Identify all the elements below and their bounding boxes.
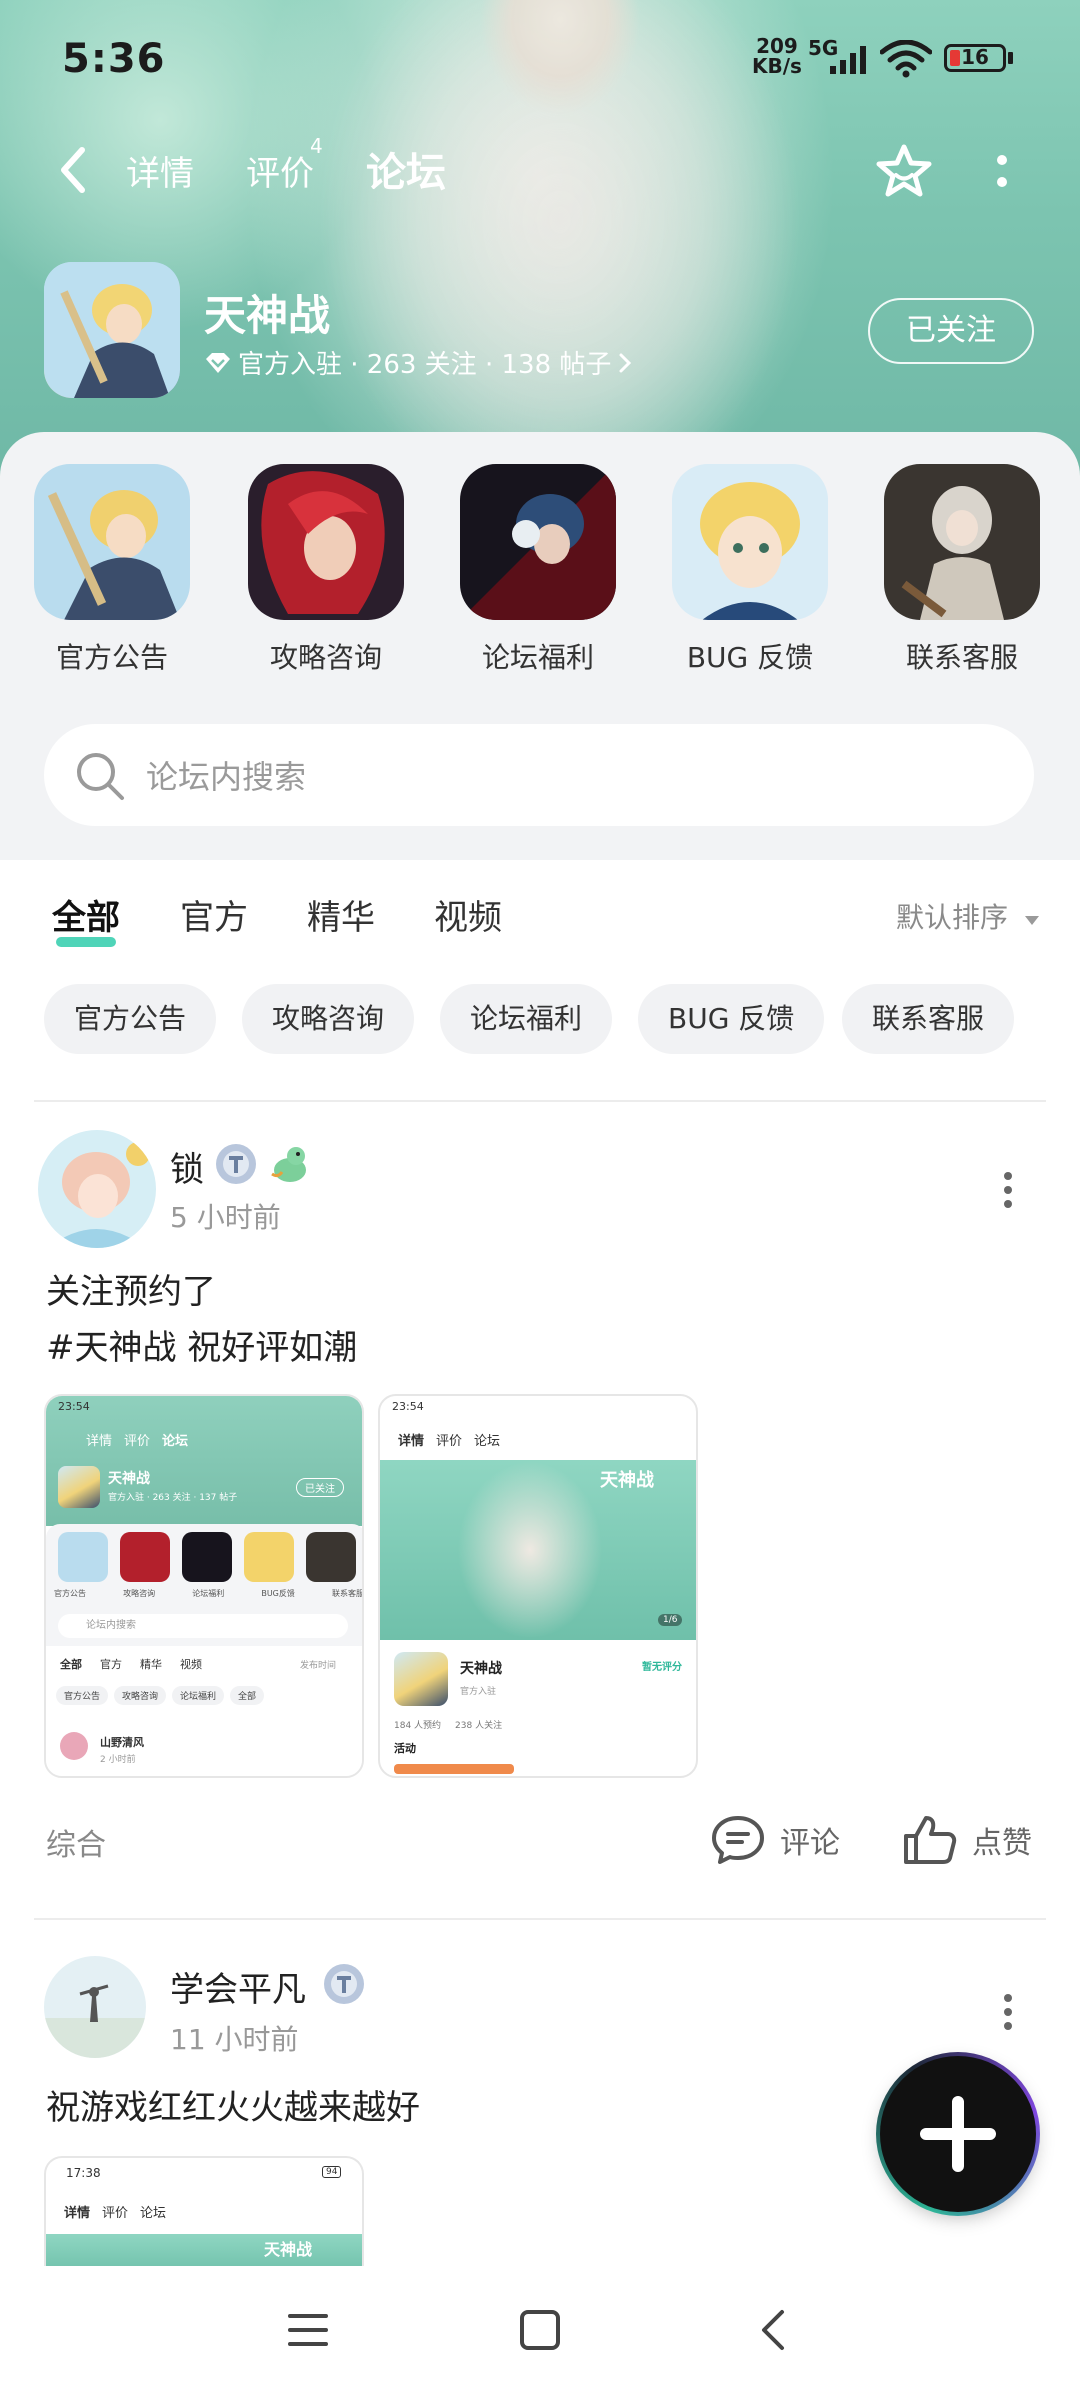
shortcut-bug-feedback[interactable]: BUG 反馈 bbox=[670, 464, 830, 676]
avatar[interactable] bbox=[38, 1130, 156, 1248]
game-info: 天神战 官方入驻 · 263 关注 · 138 帖子 已关注 bbox=[0, 262, 1080, 402]
chip-forum-benefits[interactable]: 论坛福利 bbox=[440, 984, 613, 1054]
back-arrow-icon[interactable] bbox=[52, 144, 96, 196]
sort-dropdown[interactable]: 默认排序 bbox=[896, 896, 1041, 936]
category-chips: 官方公告 攻略咨询 论坛福利 BUG 反馈 联系客服 bbox=[0, 984, 1080, 1054]
menu-icon[interactable] bbox=[286, 2308, 330, 2352]
post-images: 23:54 详情 评价 论坛 天神战 官方入驻 · 263 关注 · 137 帖… bbox=[44, 1394, 744, 1778]
top-navigation: 详情 评价 4 论坛 bbox=[0, 130, 1080, 210]
comment-button[interactable]: 评论 bbox=[710, 1810, 840, 1870]
back-triangle-icon[interactable] bbox=[752, 2308, 796, 2352]
caret-down-icon bbox=[1024, 916, 1039, 925]
filter-tab-video[interactable]: 视频 bbox=[434, 890, 502, 939]
plus-icon bbox=[920, 2096, 996, 2172]
reviews-count-badge: 4 bbox=[310, 134, 323, 158]
forum-benefits-icon bbox=[460, 464, 616, 620]
avatar[interactable] bbox=[44, 1956, 146, 2058]
post-author[interactable]: 学会平凡 bbox=[170, 1962, 306, 2011]
system-navigation-bar bbox=[0, 2266, 1080, 2400]
home-square-icon[interactable] bbox=[518, 2308, 562, 2352]
battery-icon: 16 bbox=[944, 44, 1006, 72]
search-icon bbox=[77, 753, 124, 800]
post-more-icon[interactable] bbox=[1002, 1992, 1014, 2032]
post-more-icon[interactable] bbox=[1002, 1170, 1014, 1210]
post-image[interactable]: 23:54 详情 评价 论坛 天神战 1/6 天神战 官方入驻 暂无评分 184… bbox=[378, 1394, 698, 1778]
thumbs-up-icon bbox=[904, 1816, 957, 1864]
chip-strategy[interactable]: 攻略咨询 bbox=[242, 984, 415, 1054]
chevron-right-icon bbox=[619, 353, 632, 372]
post-time: 5 小时前 bbox=[170, 1201, 281, 1234]
official-diamond-icon bbox=[206, 352, 230, 373]
game-icon[interactable] bbox=[44, 262, 180, 398]
follow-button[interactable]: 已关注 bbox=[868, 298, 1034, 364]
tab-details[interactable]: 详情 bbox=[126, 146, 194, 195]
official-announcement-icon bbox=[34, 464, 190, 620]
post-image[interactable]: 17:38 94 详情 评价 论坛 天神战 bbox=[44, 2156, 364, 2266]
wifi-icon bbox=[880, 40, 932, 78]
pet-badge-icon bbox=[271, 1147, 306, 1182]
post-author[interactable]: 锁 bbox=[170, 1142, 204, 1191]
divider bbox=[34, 1918, 1046, 1920]
shortcut-forum-benefits[interactable]: 论坛福利 bbox=[458, 464, 618, 676]
chip-customer-service[interactable]: 联系客服 bbox=[842, 984, 1015, 1054]
forum-shortcut-panel: 官方公告 攻略咨询 论坛福利 BUG 反馈 联系客服 论坛内搜索 bbox=[0, 432, 1080, 860]
level-badge-icon bbox=[324, 1964, 364, 2004]
game-title: 天神战 bbox=[204, 291, 331, 340]
post-footer: 综合 评论 点赞 bbox=[0, 1810, 1080, 1870]
create-post-button[interactable] bbox=[876, 2052, 1040, 2216]
shortcut-customer-service[interactable]: 联系客服 bbox=[882, 464, 1042, 676]
chip-official-announcement[interactable]: 官方公告 bbox=[44, 984, 217, 1054]
post-image[interactable]: 23:54 详情 评价 论坛 天神战 官方入驻 · 263 关注 · 137 帖… bbox=[44, 1394, 364, 1778]
chip-bug-feedback[interactable]: BUG 反馈 bbox=[638, 984, 825, 1054]
filter-tab-official[interactable]: 官方 bbox=[180, 890, 248, 939]
bug-feedback-icon bbox=[672, 464, 828, 620]
more-options-icon[interactable] bbox=[990, 146, 1014, 198]
post-time: 11 小时前 bbox=[170, 2023, 299, 2056]
filter-tab-all[interactable]: 全部 bbox=[52, 890, 120, 947]
game-banner: 5:36 209 KB/s 5G 16 详情 评价 4 论坛 天神战 官方入驻 … bbox=[0, 0, 1080, 480]
game-stats[interactable]: 官方入驻 · 263 关注 · 138 帖子 bbox=[204, 344, 633, 381]
forum-search-input[interactable]: 论坛内搜索 bbox=[44, 724, 1034, 826]
like-button[interactable]: 点赞 bbox=[902, 1810, 1032, 1870]
shortcut-official-announcement[interactable]: 官方公告 bbox=[32, 464, 192, 676]
network-speed: 209 KB/s bbox=[752, 34, 802, 78]
shortcut-strategy[interactable]: 攻略咨询 bbox=[246, 464, 406, 676]
tab-reviews[interactable]: 评价 bbox=[246, 146, 314, 195]
level-badge-icon bbox=[216, 1144, 256, 1184]
strategy-icon bbox=[248, 464, 404, 620]
filter-tab-featured[interactable]: 精华 bbox=[307, 890, 375, 939]
post-category: 综合 bbox=[46, 1828, 106, 1863]
status-time: 5:36 bbox=[62, 36, 166, 82]
tab-forum[interactable]: 论坛 bbox=[366, 140, 446, 202]
status-bar: 5:36 209 KB/s 5G 16 bbox=[0, 30, 1080, 90]
divider bbox=[34, 1100, 1046, 1102]
favorite-star-icon[interactable] bbox=[874, 142, 934, 202]
post-body: 关注预约了 #天神战 祝好评如潮 bbox=[46, 1272, 358, 1368]
post-body: 祝游戏红红火火越来越好 bbox=[46, 2088, 420, 2128]
customer-service-icon bbox=[884, 464, 1040, 620]
filter-tabs: 全部 官方 精华 视频 默认排序 bbox=[0, 880, 1080, 950]
comment-icon bbox=[712, 1816, 764, 1864]
signal-icon bbox=[830, 46, 866, 74]
